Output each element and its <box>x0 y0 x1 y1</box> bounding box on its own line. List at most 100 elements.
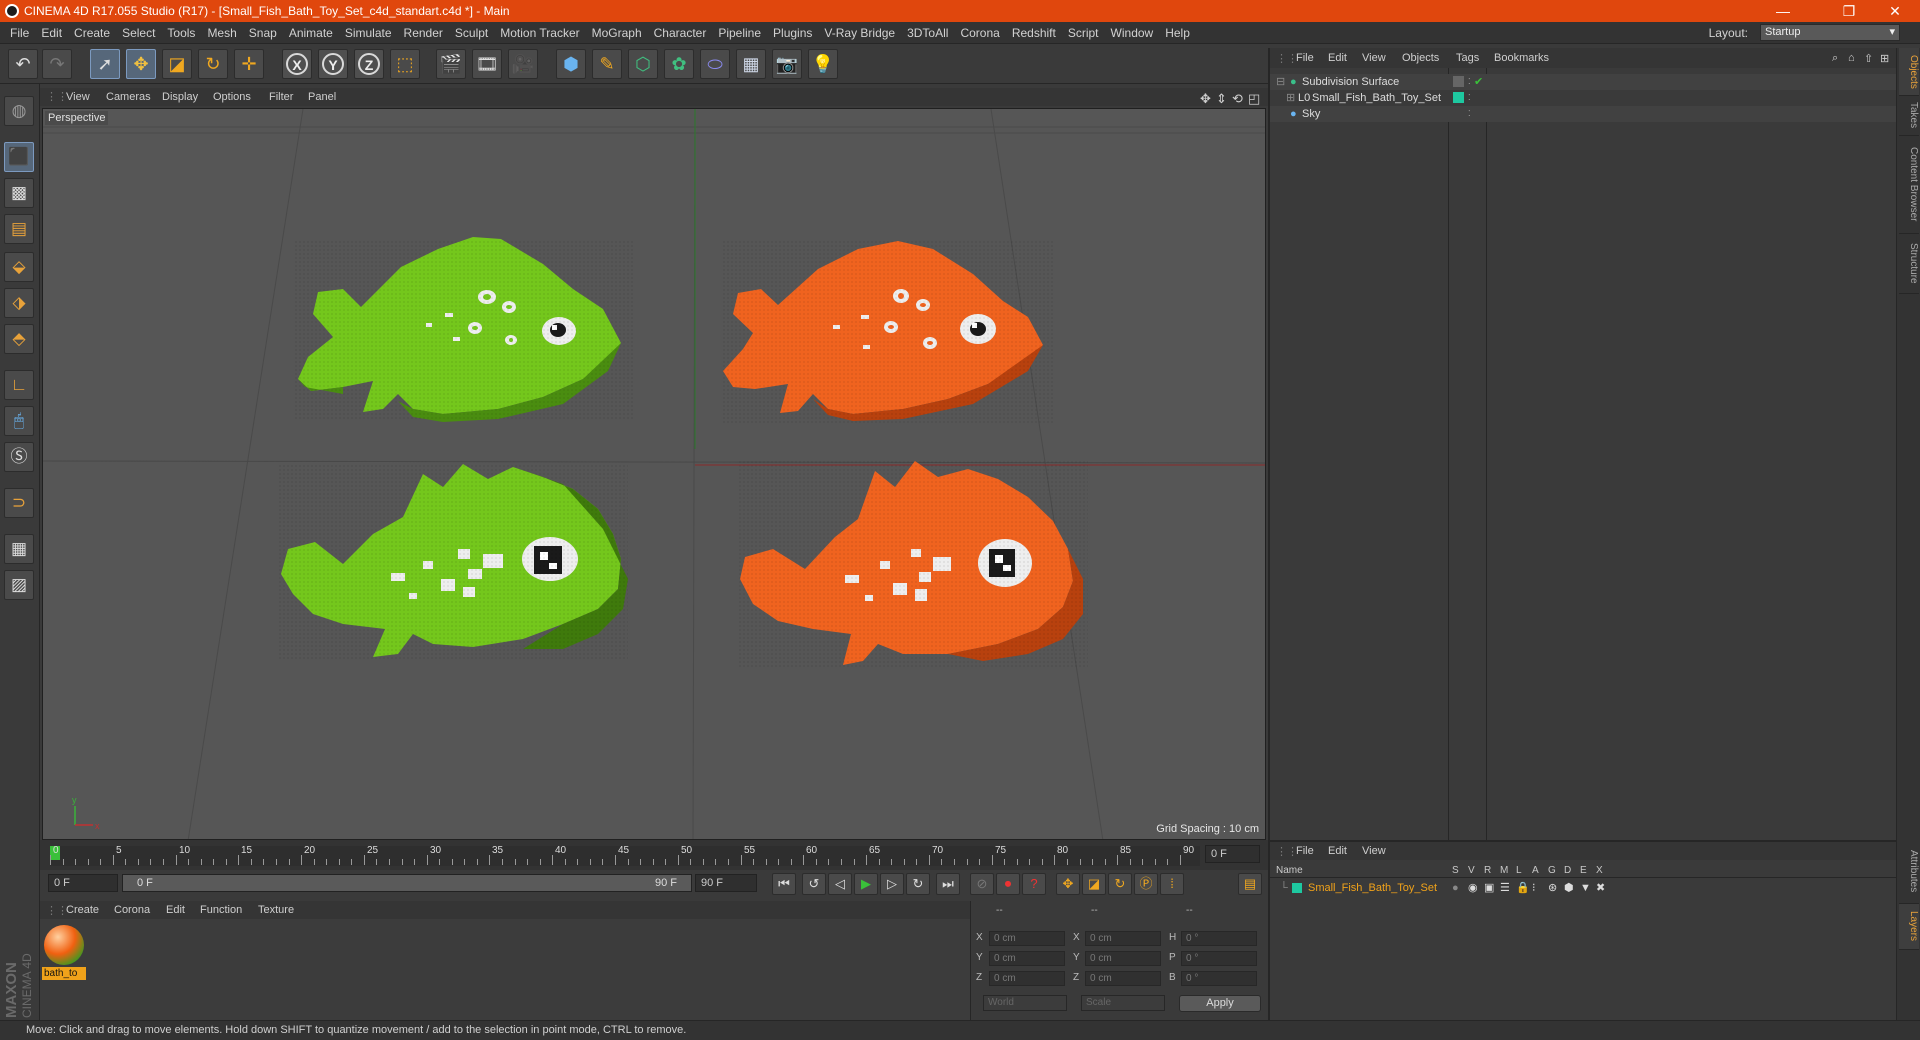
menu-select[interactable]: Select <box>116 22 161 44</box>
object-up-icon[interactable]: ⇧ <box>1864 52 1873 65</box>
preview-range-slider[interactable]: 0 F 90 F <box>122 874 692 892</box>
menu-render[interactable]: Render <box>398 22 449 44</box>
autokeying-icon[interactable]: ? <box>1022 873 1046 895</box>
object-menu-view[interactable]: View <box>1362 52 1386 64</box>
rotation-h-field[interactable]: 0 ° <box>1181 931 1257 946</box>
expression-toggle-icon[interactable]: ▼ <box>1580 880 1591 896</box>
col-generators[interactable]: G <box>1548 865 1556 876</box>
col-render[interactable]: R <box>1484 865 1491 876</box>
cube-object-icon[interactable]: ⬢ <box>556 49 586 79</box>
tab-content-browser[interactable]: Content Browser <box>1899 136 1919 234</box>
col-view[interactable]: V <box>1468 865 1475 876</box>
material-swatch[interactable]: bath_to <box>42 925 88 983</box>
enabled-check-icon[interactable]: ✔ <box>1474 74 1483 90</box>
object-row-subdivision-surface[interactable]: ⊟ ● Subdivision Surface ⁚ ✔ <box>1270 74 1898 90</box>
coordinate-system-icon[interactable]: ⬚ <box>390 49 420 79</box>
layer-color-icon[interactable] <box>1453 76 1464 87</box>
deformer-icon[interactable]: ⬭ <box>700 49 730 79</box>
menu-corona[interactable]: Corona <box>954 22 1005 44</box>
tweak-mode-icon[interactable]: 🖱 <box>4 406 34 436</box>
layer-color-swatch[interactable] <box>1292 883 1302 893</box>
pen-spline-icon[interactable]: ✎ <box>592 49 622 79</box>
col-deformers[interactable]: D <box>1564 865 1571 876</box>
object-menu-tags[interactable]: Tags <box>1456 52 1479 64</box>
undo-icon[interactable]: ↶ <box>8 49 38 79</box>
col-animation[interactable]: A <box>1532 865 1539 876</box>
collapse-icon[interactable]: ⊟ <box>1276 74 1285 90</box>
material-menu-texture[interactable]: Texture <box>258 904 294 916</box>
tab-objects[interactable]: Objects <box>1899 48 1919 96</box>
scale-tool-icon[interactable]: ◪ <box>162 49 192 79</box>
material-menu-create[interactable]: Create <box>66 904 99 916</box>
rotation-p-field[interactable]: 0 ° <box>1181 951 1257 966</box>
maximize-button[interactable]: ❐ <box>1826 0 1872 22</box>
make-editable-icon[interactable]: ◍ <box>4 96 34 126</box>
x-axis-lock-icon[interactable]: X <box>282 49 312 79</box>
layer-menu-file[interactable]: File <box>1296 845 1314 857</box>
menu-pipeline[interactable]: Pipeline <box>712 22 767 44</box>
next-key-icon[interactable]: ↻ <box>906 873 930 895</box>
menu-character[interactable]: Character <box>648 22 713 44</box>
menu-motion-tracker[interactable]: Motion Tracker <box>494 22 585 44</box>
previous-key-icon[interactable]: ↺ <box>802 873 826 895</box>
view-toggle-icon[interactable]: ◉ <box>1468 880 1478 896</box>
viewport-menu-cameras[interactable]: Cameras <box>106 91 151 103</box>
light-object-icon[interactable]: 💡 <box>808 49 838 79</box>
menu-animate[interactable]: Animate <box>283 22 339 44</box>
object-row-sky[interactable]: ● Sky ⁚ <box>1270 106 1898 122</box>
viewport-menu-panel[interactable]: Panel <box>308 91 336 103</box>
rotate-tool-icon[interactable]: ↻ <box>198 49 228 79</box>
timeline-window-icon[interactable]: ▤ <box>1238 873 1262 895</box>
expand-icon[interactable]: ⊞ <box>1286 90 1295 106</box>
visibility-dots-icon[interactable]: ⁚ <box>1468 90 1471 106</box>
perspective-viewport[interactable]: x y Perspective Grid Spacing : 10 cm <box>42 108 1266 840</box>
planar-workplane-icon[interactable]: ▨ <box>4 570 34 600</box>
viewport-maximize-icon[interactable]: ◰ <box>1248 91 1260 107</box>
go-to-start-icon[interactable]: ⏮ <box>772 873 796 895</box>
material-menu-edit[interactable]: Edit <box>166 904 185 916</box>
object-menu-bookmarks[interactable]: Bookmarks <box>1494 52 1549 64</box>
menu-snap[interactable]: Snap <box>243 22 283 44</box>
solo-toggle-icon[interactable]: ● <box>1452 880 1459 896</box>
position-z-field[interactable]: 0 cm <box>989 971 1065 986</box>
polygons-mode-icon[interactable]: ⬘ <box>4 324 34 354</box>
menu-create[interactable]: Create <box>68 22 116 44</box>
layer-color-icon[interactable] <box>1453 92 1464 103</box>
col-manager[interactable]: M <box>1500 865 1508 876</box>
layer-row[interactable]: └ Small_Fish_Bath_Toy_Set ● ◉ ▣ ☰ 🔒 ⁝ ⊛ … <box>1270 880 1896 896</box>
key-pla-icon[interactable]: ⁞ <box>1160 873 1184 895</box>
record-active-icon[interactable]: ⏺ <box>996 873 1020 895</box>
menu-sculpt[interactable]: Sculpt <box>449 22 494 44</box>
menu-edit[interactable]: Edit <box>35 22 68 44</box>
menu-window[interactable]: Window <box>1105 22 1160 44</box>
subdivision-surface-icon[interactable]: ⬡ <box>628 49 658 79</box>
tab-attributes[interactable]: Attributes <box>1899 840 1919 904</box>
tab-layers[interactable]: Layers <box>1899 904 1919 950</box>
object-new-window-icon[interactable]: ⊞ <box>1880 52 1889 65</box>
viewport-menu-filter[interactable]: Filter <box>269 91 293 103</box>
visibility-dots-icon[interactable]: ⁚ <box>1468 106 1471 122</box>
manager-toggle-icon[interactable]: ☰ <box>1500 880 1510 896</box>
position-y-field[interactable]: 0 cm <box>989 951 1065 966</box>
move-tool-icon[interactable]: ✥ <box>126 49 156 79</box>
previous-frame-icon[interactable]: ◁ <box>828 873 852 895</box>
viewport-pan-icon[interactable]: ✥ <box>1200 91 1211 107</box>
object-menu-objects[interactable]: Objects <box>1402 52 1439 64</box>
layer-menu-edit[interactable]: Edit <box>1328 845 1347 857</box>
menu-script[interactable]: Script <box>1062 22 1105 44</box>
next-frame-icon[interactable]: ▷ <box>880 873 904 895</box>
col-solo[interactable]: S <box>1452 865 1459 876</box>
col-locked[interactable]: L <box>1516 865 1522 876</box>
object-home-icon[interactable]: ⌂ <box>1848 52 1855 64</box>
axis-mode-icon[interactable]: ∟ <box>4 370 34 400</box>
menu-tools[interactable]: Tools <box>161 22 201 44</box>
xref-toggle-icon[interactable]: ✖ <box>1596 880 1605 896</box>
workplane-lock-icon[interactable]: ▦ <box>4 534 34 564</box>
menu-simulate[interactable]: Simulate <box>339 22 398 44</box>
points-mode-icon[interactable]: ⬙ <box>4 252 34 282</box>
rotation-b-field[interactable]: 0 ° <box>1181 971 1257 986</box>
layer-menu-view[interactable]: View <box>1362 845 1386 857</box>
snapping-icon[interactable]: ⊃ <box>4 488 34 518</box>
camera-object-icon[interactable]: 📷 <box>772 49 802 79</box>
animation-toggle-icon[interactable]: ⁝ <box>1532 880 1536 896</box>
